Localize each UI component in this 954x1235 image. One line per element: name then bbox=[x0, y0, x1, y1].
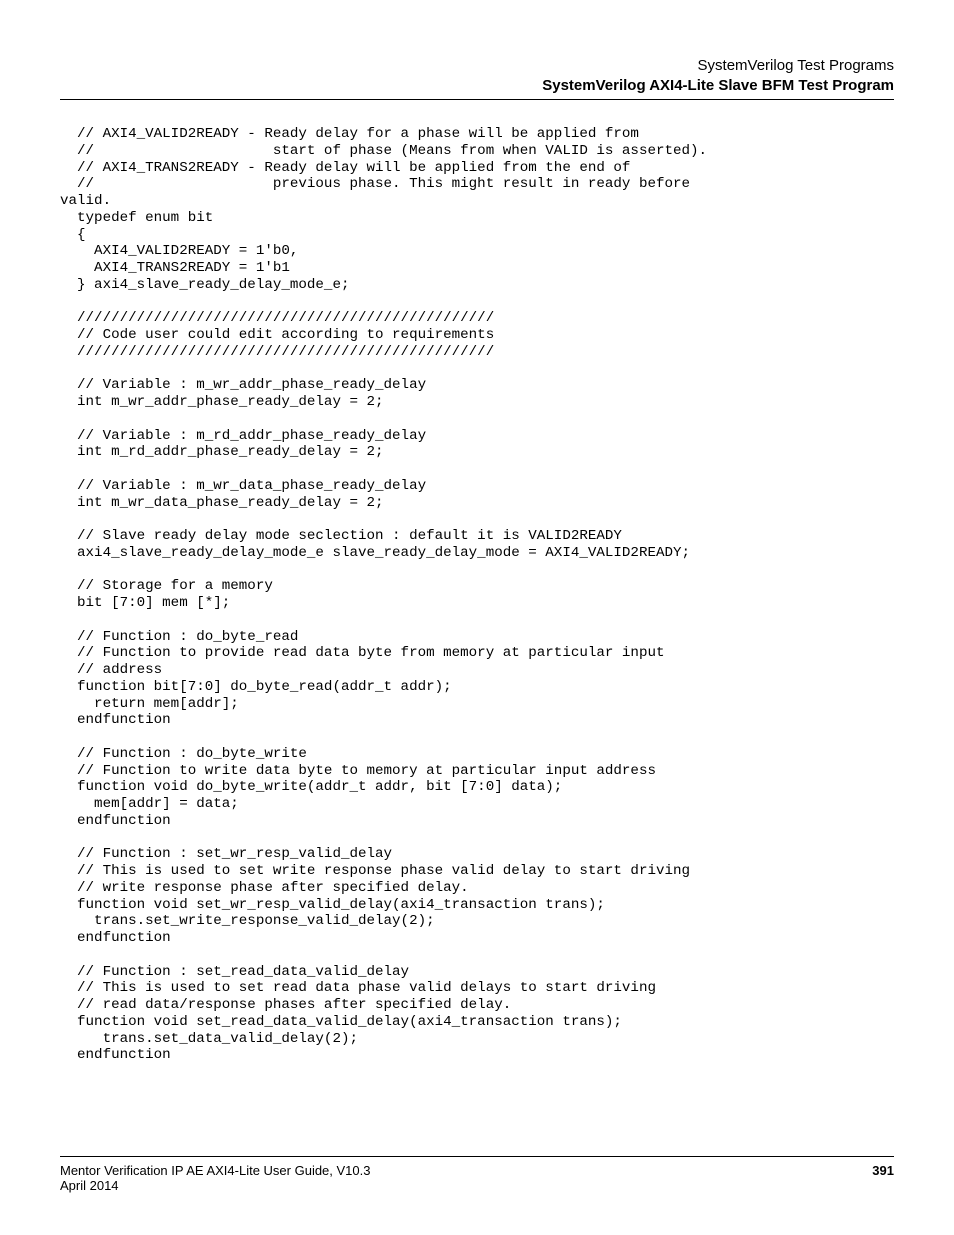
header-rule bbox=[60, 99, 894, 100]
running-header: SystemVerilog Test Programs SystemVerilo… bbox=[60, 56, 894, 95]
footer: Mentor Verification IP AE AXI4-Lite User… bbox=[60, 1156, 894, 1193]
header-chapter: SystemVerilog Test Programs bbox=[60, 56, 894, 76]
page: SystemVerilog Test Programs SystemVerilo… bbox=[0, 0, 954, 1235]
header-section: SystemVerilog AXI4-Lite Slave BFM Test P… bbox=[60, 76, 894, 96]
footer-left: Mentor Verification IP AE AXI4-Lite User… bbox=[60, 1163, 370, 1193]
footer-date: April 2014 bbox=[60, 1178, 119, 1193]
footer-doc-title: Mentor Verification IP AE AXI4-Lite User… bbox=[60, 1163, 370, 1178]
page-number: 391 bbox=[872, 1163, 894, 1193]
code-listing: // AXI4_VALID2READY - Ready delay for a … bbox=[60, 126, 894, 1064]
